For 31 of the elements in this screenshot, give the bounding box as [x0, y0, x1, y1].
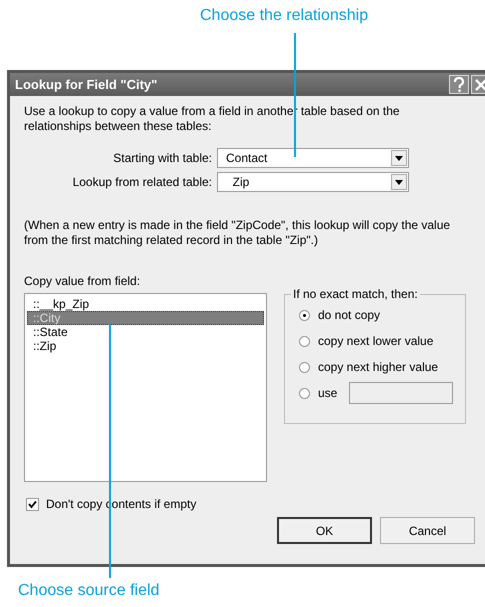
- option-label: copy next lower value: [318, 334, 434, 348]
- group-title: If no exact match, then:: [291, 287, 420, 301]
- close-icon: [474, 78, 485, 92]
- option-label: do not copy: [318, 308, 380, 322]
- value-field[interactable]: [349, 382, 454, 404]
- ok-button[interactable]: OK: [277, 517, 372, 544]
- radio-button[interactable]: [299, 388, 310, 398]
- dropdown-value: Zip: [232, 175, 250, 189]
- field-label: Lookup from related table:: [72, 175, 212, 189]
- callout-label: Choose the relationship: [200, 6, 368, 26]
- radio-button[interactable]: [299, 310, 310, 320]
- dropdown-value: Contact: [226, 151, 268, 165]
- callout-label: Choose source field: [18, 582, 160, 599]
- list-item[interactable]: ::__kp_Zip: [27, 297, 264, 311]
- table-dropdown[interactable]: Contact: [217, 148, 409, 168]
- radio-button[interactable]: [299, 336, 310, 346]
- list-item[interactable]: ::Zip: [27, 339, 264, 353]
- list-item[interactable]: ::State: [27, 325, 264, 339]
- note-text: (When a new entry is made in the field "ZipCode", this lookup will copy the value from the first matching related record in the table "Zip".): [24, 218, 452, 248]
- table-dropdown[interactable]: Zip: [217, 172, 409, 192]
- close-button[interactable]: [471, 75, 485, 94]
- checkbox[interactable]: [26, 498, 39, 510]
- cancel-button[interactable]: Cancel: [380, 517, 475, 544]
- help-icon: [452, 76, 466, 92]
- help-button[interactable]: [449, 75, 469, 94]
- window-title: Lookup for Field "City": [15, 77, 158, 92]
- radio-button[interactable]: [299, 362, 310, 372]
- option-label: copy next higher value: [318, 360, 438, 374]
- field-label: Starting with table:: [113, 151, 212, 165]
- list-label: Copy value from field:: [24, 274, 142, 288]
- option-label: use: [318, 386, 338, 400]
